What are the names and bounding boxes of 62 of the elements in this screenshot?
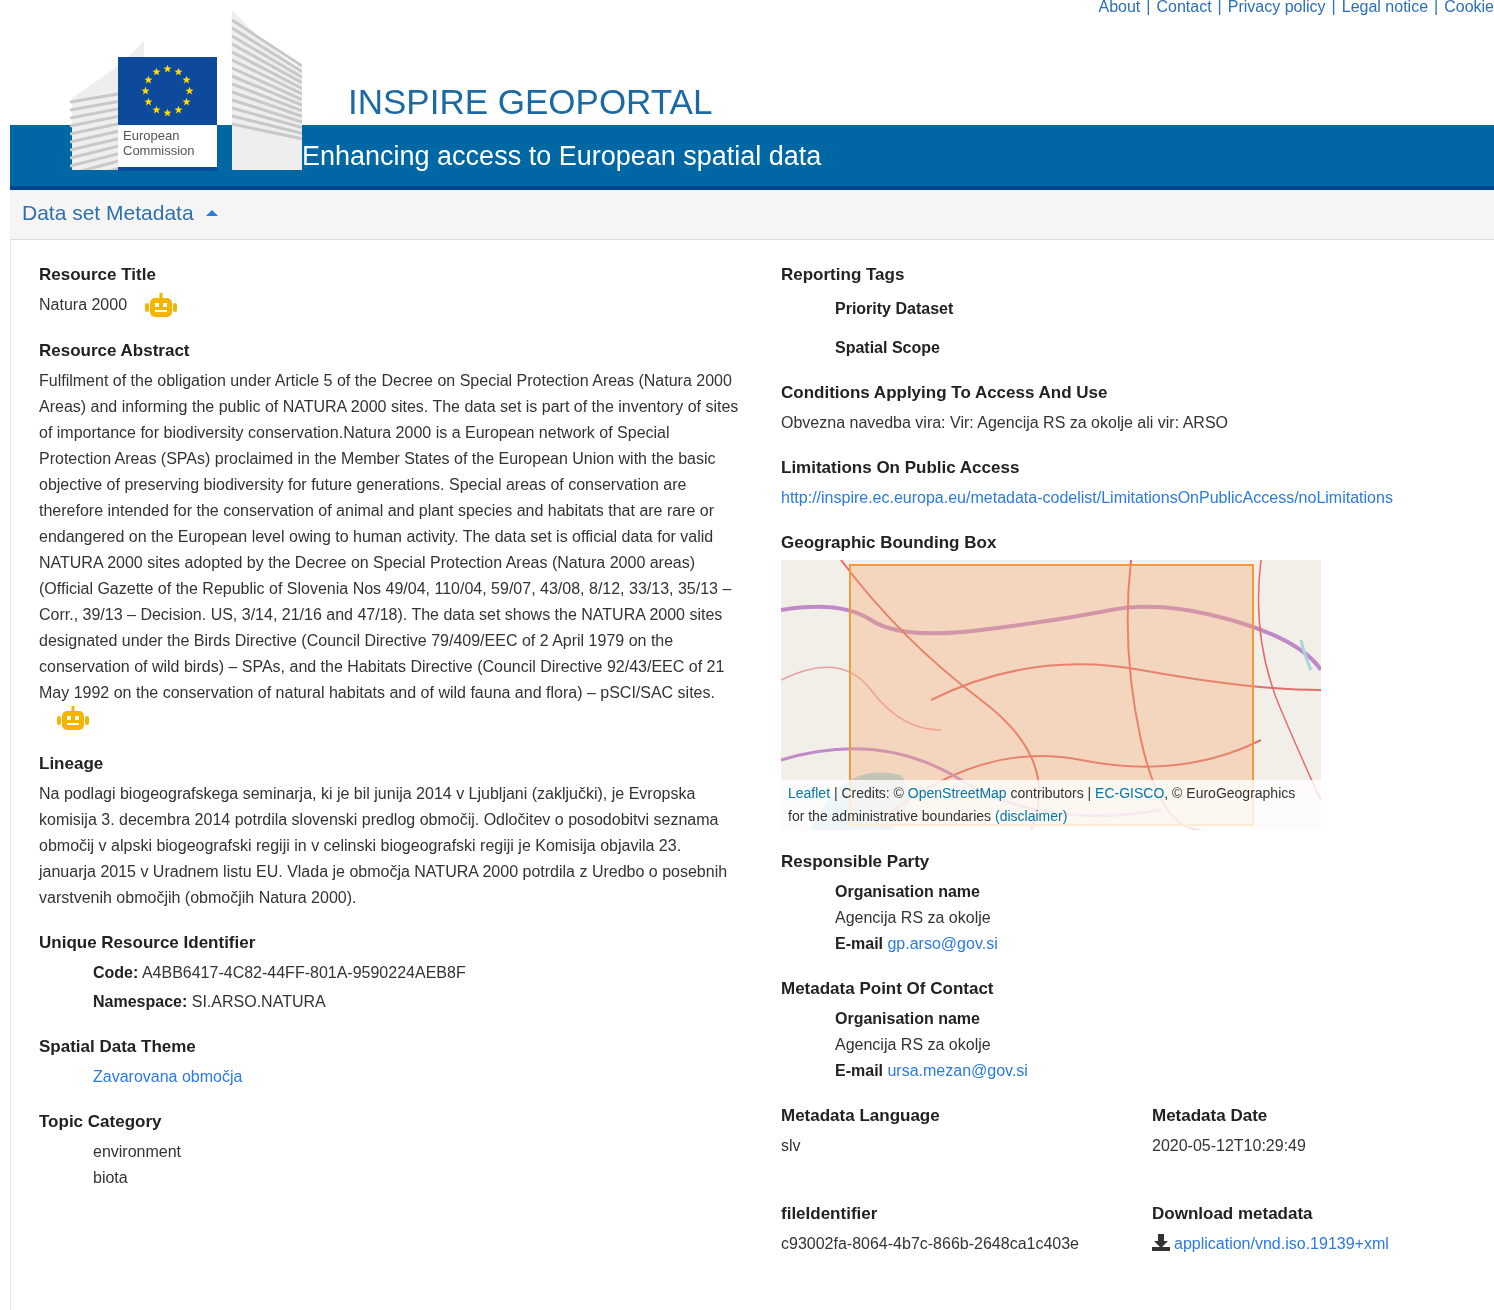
org-name: Agencija RS za okolje <box>834 1035 992 1055</box>
link-separator: | <box>1331 0 1336 16</box>
reporting-tag: Spatial Scope <box>781 335 1494 361</box>
map-attribution: Leaflet | Credits: © OpenStreetMap contributors | EC-GISCO, © EuroGeographics for the administrative boundaries (disclaimer) <box>781 780 1321 830</box>
org-label: Organisation name <box>834 882 981 902</box>
site-tagline: Enhancing access to European spatial data <box>302 141 822 171</box>
logo-text: European Commission <box>118 125 217 171</box>
field-label: Resource Abstract <box>39 339 191 362</box>
identifier-value: A4BB6417-4C82-44FF-801A-9590224AEB8F <box>141 963 466 981</box>
section-toggle[interactable]: Data set Metadata <box>22 201 218 225</box>
field-value: c93002fa-8064-4b7c-866b-2648ca1c403e <box>781 1234 1080 1254</box>
org-label: Organisation name <box>834 1009 981 1029</box>
link-separator: | <box>1146 0 1151 16</box>
field-value: Fulfilment of the obligation under Article 5 of the Decree on Special Protection Areas (Natura 2000 Areas) and informing the public of NATURA 2000 sites. The data set is part of the inventory of sites of importance for biodiversity conservation.Natura 2000 is a European network of Special Protection Areas (SPAs) proclaimed in the Member States of the European Union with the basic objective of preserving biodiversity for future generations. Special areas of conservation are therefore intended for the conservation of animal and plant species and habitats that are rare or endangered on the European level owing to human activity. The data set is official data for valid NATURA 2000 sites adopted by the Decree on Special Protection Areas (Natura 2000 areas) (Official Gazette of the Republic of Slovenia Nos 49/04, 110/04, 59/07, 43/08, 8/12, 33/13, 35/13 – Corr., 39/13 – Decision. US, 3/14, 21/16 and 47/18). The data set shows the NATURA 2000 sites designated under the Birds Directive (Council Directive 79/409/EEC of 2 April 1979 on the conservation of wild birds) – SPAs, and the Habitats Directive (Council Directive 92/43/EEC of 21 May 1992 on the conservation of natural habitats and of wild fauna and flora) – pSCI/SAC sites. <box>39 371 739 701</box>
nav-link[interactable]: Legal notice <box>1341 0 1429 16</box>
field-label: Metadata Point Of Contact <box>781 978 995 1000</box>
nav-link[interactable]: Contact <box>1156 0 1212 16</box>
identifier-value: SI.ARSO.NATURA <box>191 992 326 1010</box>
email-label: E-mail <box>835 1062 883 1079</box>
link-separator: | <box>1217 0 1222 16</box>
field-label: Reporting Tags <box>781 264 906 286</box>
category-item: environment <box>92 1141 183 1162</box>
field-label: Lineage <box>39 752 105 775</box>
link-separator: | <box>1434 0 1439 16</box>
field-label: Conditions Applying To Access And Use <box>781 382 1109 404</box>
field-label: Download metadata <box>1152 1203 1314 1225</box>
identifier-label: Code: <box>93 963 139 981</box>
nav-link[interactable]: Privacy policy <box>1227 0 1326 16</box>
reporting-tag: Priority Dataset <box>781 296 1494 322</box>
attribution-link[interactable]: (disclaimer) <box>995 808 1068 824</box>
field-label: Metadata Language <box>781 1105 941 1127</box>
identifier-label: Namespace: <box>93 992 188 1010</box>
nav-link[interactable]: About <box>1098 0 1141 16</box>
field-label: Spatial Data Theme <box>39 1035 197 1058</box>
field-label: Limitations On Public Access <box>781 457 1021 479</box>
field-value: Obvezna navedba vira: Vir: Agencija RS za okolje ali vir: ARSO <box>781 413 1230 433</box>
field-label: Resource Title <box>39 264 157 286</box>
field-label: Unique Resource Identifier <box>39 931 257 954</box>
robot-icon[interactable] <box>145 292 178 319</box>
attribution-link[interactable]: Leaflet <box>788 785 831 801</box>
theme-link[interactable]: Zavarovana območja <box>93 1067 243 1085</box>
site-title: INSPIRE GEOPORTAL <box>348 82 713 121</box>
email-label: E-mail <box>835 935 883 952</box>
field-label: Responsible Party <box>781 851 931 873</box>
field-label: fileIdentifier <box>781 1203 879 1225</box>
category-item: biota <box>92 1167 129 1188</box>
download-link[interactable]: application/vnd.iso.19139+xml <box>1174 1235 1389 1252</box>
field-label: Metadata Date <box>1152 1105 1269 1127</box>
email-link[interactable]: gp.arso@gov.si <box>887 935 998 952</box>
field-label: Topic Category <box>39 1110 163 1133</box>
attribution-link[interactable]: OpenStreetMap <box>907 785 1007 801</box>
field-value: Na podlagi biogeografskega seminarja, ki je bil junija 2014 v Ljubljani (zaključki), je Evropska komisija 3. decembra 2014 potrdila slovenski predlog območij. Odločitev o posodobitvi seznama območij v alpski biogeografski regiji in v celinski biogeografski regiji je Komisija objavila 23. januarja 2015 v Uradnem listu EU. Vlada je območja NATURA 2000 potrdila z Uredbo o posebnih varstvenih območjih (območjih Natura 2000). <box>39 783 729 908</box>
field-value: slv <box>781 1136 802 1156</box>
field-value: 2020-05-12T10:29:49 <box>1152 1136 1307 1156</box>
field-value: Natura 2000 <box>39 296 128 313</box>
access-link[interactable]: http://inspire.ec.europa.eu/metadata-codelist/LimitationsOnPublicAccess/noLimitations <box>781 489 1393 506</box>
nav-link[interactable]: Cookie <box>1444 0 1494 16</box>
robot-icon[interactable] <box>57 705 89 732</box>
eu-flag-icon <box>118 57 217 125</box>
field-label: Geographic Bounding Box <box>781 532 998 554</box>
org-name: Agencija RS za okolje <box>834 908 992 928</box>
email-link[interactable]: ursa.mezan@gov.si <box>887 1062 1028 1079</box>
